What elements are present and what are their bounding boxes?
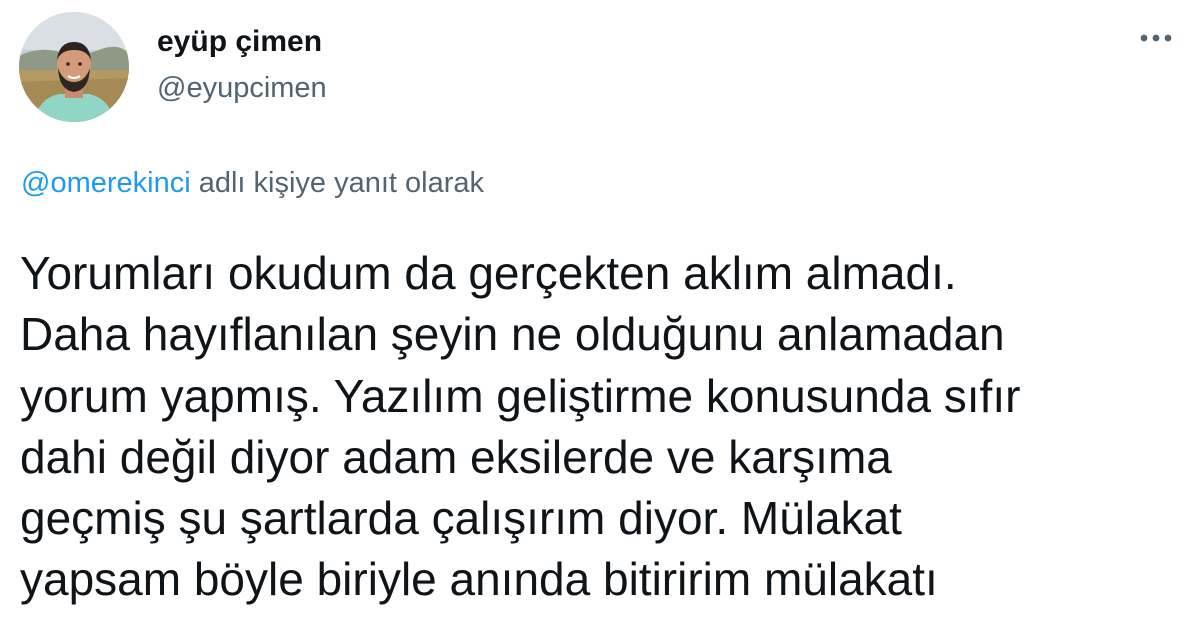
tweet-text-line: yorum yapmış. Yazılım geliştirme konusun… (20, 369, 1021, 422)
tweet-text-line: geçmiş şu şartlarda çalışırım diyor. Mül… (20, 492, 902, 545)
tweet-text-line: Yorumları okudum da gerçekten aklım alma… (20, 247, 957, 299)
tweet-text: Yorumları okudum da gerçekten aklım alma… (20, 243, 1190, 611)
avatar[interactable] (19, 12, 129, 122)
author-name[interactable]: eyüp çimen (157, 24, 322, 60)
tweet-text-line: Daha hayıflanılan şeyin ne olduğunu anla… (20, 308, 1005, 361)
reply-to-handle-link[interactable]: @omerekinci (21, 167, 191, 199)
tweet-text-line: dahi değil diyor adam eksilerde ve karşı… (20, 430, 892, 483)
tweet-text-line: yapsam böyle biriyle anında bitiririm mü… (20, 553, 938, 606)
author-handle[interactable]: @eyupcimen (157, 70, 327, 106)
more-options-button[interactable] (1134, 20, 1178, 56)
tweet: eyüp çimen @eyupcimen @omerekinci adlı k… (0, 0, 1200, 644)
reply-context-label: adlı kişiye yanıt olarak (190, 167, 485, 199)
reply-context: @omerekinci adlı kişiye yanıt olarak (21, 164, 484, 202)
more-horizontal-icon (1140, 34, 1172, 42)
avatar-photo (19, 12, 129, 122)
